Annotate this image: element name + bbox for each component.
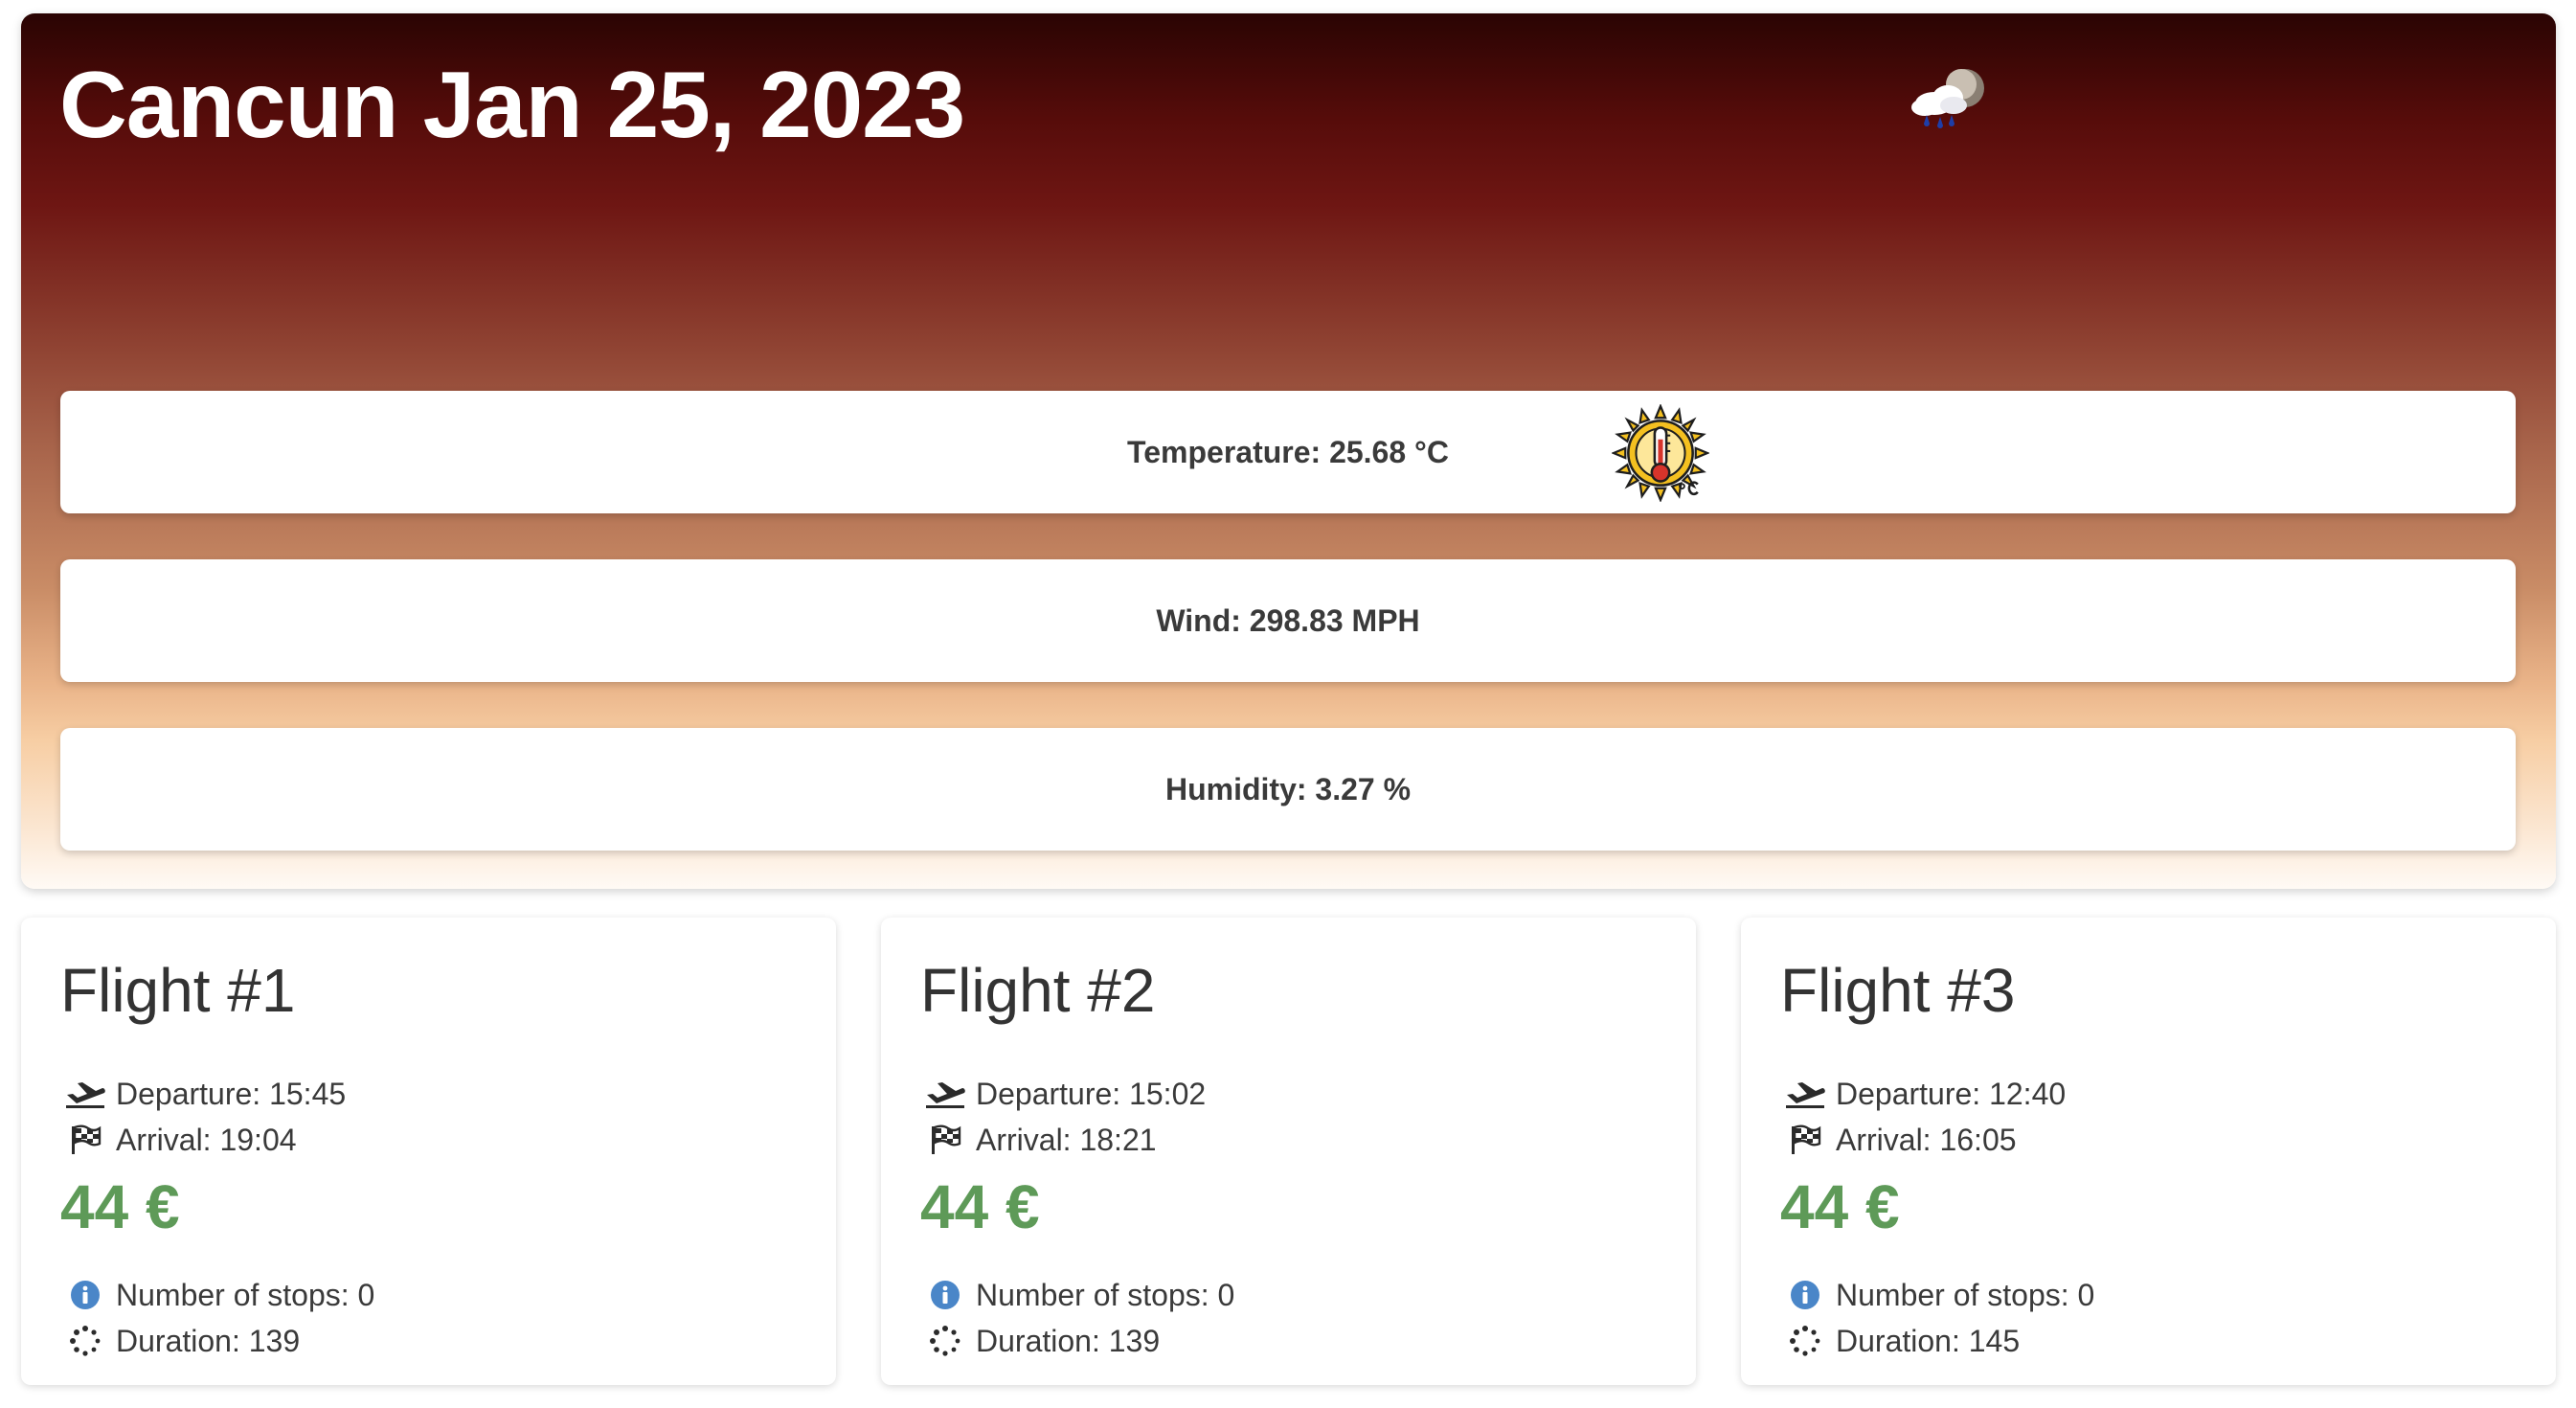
wind-value: Wind: 298.83 MPH xyxy=(1156,602,1420,638)
info-circle-icon xyxy=(1784,1278,1826,1312)
flight-price: 44 € xyxy=(1780,1172,1900,1241)
flight-card[interactable]: Flight #1 Departure: 15:45 Arrival: 19:0… xyxy=(21,918,836,1385)
duration-row: Duration: 145 xyxy=(1784,1322,2020,1360)
duration-text: Duration: 145 xyxy=(1836,1323,2021,1358)
checkered-flag-icon xyxy=(64,1123,106,1157)
temperature-card: Temperature: 25.68 °C xyxy=(60,391,2516,513)
city-date-title: Cancun Jan 25, 2023 xyxy=(59,52,965,157)
spinner-dots-icon xyxy=(924,1324,966,1358)
departure-row: Departure: 15:02 xyxy=(924,1075,1206,1113)
duration-row: Duration: 139 xyxy=(924,1322,1160,1360)
flight-price: 44 € xyxy=(60,1172,180,1241)
departure-row: Departure: 15:45 xyxy=(64,1075,346,1113)
flight-card[interactable]: Flight #2 Departure: 15:02 Arrival: 18:2… xyxy=(881,918,1696,1385)
flight-card[interactable]: Flight #3 Departure: 12:40 Arrival: 16:0… xyxy=(1741,918,2556,1385)
flight-title: Flight #1 xyxy=(60,956,296,1025)
weather-panel: Cancun Jan 25, 2023 Temperature: 25.68 °… xyxy=(21,13,2556,889)
spinner-dots-icon xyxy=(64,1324,106,1358)
duration-row: Duration: 139 xyxy=(64,1322,300,1360)
info-circle-icon xyxy=(924,1278,966,1312)
checkered-flag-icon xyxy=(924,1123,966,1157)
stops-row: Number of stops: 0 xyxy=(924,1276,1234,1314)
sun-thermometer-celsius-icon xyxy=(1612,404,1709,502)
flight-title: Flight #3 xyxy=(1780,956,2016,1025)
departure-text: Departure: 15:02 xyxy=(976,1076,1207,1111)
temperature-value: Temperature: 25.68 °C xyxy=(1127,434,1449,469)
humidity-card: Humidity: 3.27 % xyxy=(60,728,2516,851)
cloud-rain-moon-icon xyxy=(1911,69,1984,128)
plane-departure-icon xyxy=(1784,1077,1826,1111)
duration-text: Duration: 139 xyxy=(116,1323,301,1358)
stops-row: Number of stops: 0 xyxy=(64,1276,374,1314)
plane-departure-icon xyxy=(64,1077,106,1111)
duration-text: Duration: 139 xyxy=(976,1323,1161,1358)
plane-departure-icon xyxy=(924,1077,966,1111)
humidity-value: Humidity: 3.27 % xyxy=(1164,771,1412,806)
flight-price: 44 € xyxy=(920,1172,1040,1241)
arrival-text: Arrival: 16:05 xyxy=(1836,1122,2017,1157)
arrival-text: Arrival: 19:04 xyxy=(116,1122,297,1157)
arrival-row: Arrival: 19:04 xyxy=(64,1121,297,1159)
stops-text: Number of stops: 0 xyxy=(1836,1277,2095,1312)
checkered-flag-icon xyxy=(1784,1123,1826,1157)
departure-text: Departure: 12:40 xyxy=(1836,1076,2067,1111)
departure-row: Departure: 12:40 xyxy=(1784,1075,2066,1113)
spinner-dots-icon xyxy=(1784,1324,1826,1358)
wind-card: Wind: 298.83 MPH xyxy=(60,559,2516,682)
stops-row: Number of stops: 0 xyxy=(1784,1276,2094,1314)
flight-title: Flight #2 xyxy=(920,956,1156,1025)
arrival-text: Arrival: 18:21 xyxy=(976,1122,1157,1157)
departure-text: Departure: 15:45 xyxy=(116,1076,347,1111)
stops-text: Number of stops: 0 xyxy=(976,1277,1235,1312)
arrival-row: Arrival: 18:21 xyxy=(924,1121,1157,1159)
arrival-row: Arrival: 16:05 xyxy=(1784,1121,2017,1159)
info-circle-icon xyxy=(64,1278,106,1312)
stops-text: Number of stops: 0 xyxy=(116,1277,375,1312)
